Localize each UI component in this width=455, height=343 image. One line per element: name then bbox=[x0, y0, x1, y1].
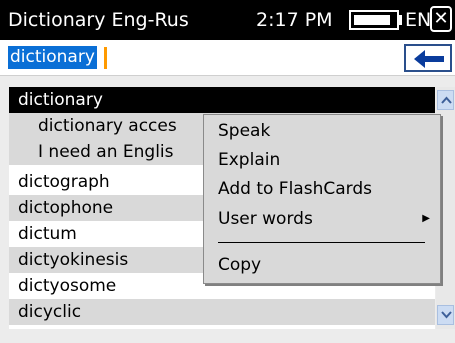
clock: 2:17 PM bbox=[256, 9, 333, 31]
back-button[interactable] bbox=[404, 44, 452, 72]
title-bar: Dictionary Eng-Rus 2:17 PM EN ✕ bbox=[0, 0, 455, 40]
menu-item-label: Add to FlashCards bbox=[218, 179, 372, 199]
scroll-down-button[interactable] bbox=[437, 305, 454, 325]
text-caret bbox=[104, 47, 107, 69]
close-icon[interactable]: ✕ bbox=[430, 6, 452, 32]
search-input-value: dictionary bbox=[8, 46, 97, 69]
submenu-arrow-icon: ▶ bbox=[422, 213, 430, 224]
battery-level bbox=[354, 15, 390, 25]
bottom-strip bbox=[0, 329, 455, 343]
list-item[interactable]: dicyclic bbox=[9, 299, 435, 325]
battery-tip bbox=[399, 15, 402, 25]
menu-item-speak[interactable]: Speak bbox=[204, 117, 440, 145]
arrow-left-icon bbox=[414, 50, 444, 68]
menu-item-label: User words bbox=[218, 209, 313, 229]
search-input[interactable]: dictionary bbox=[6, 44, 396, 71]
menu-separator bbox=[218, 242, 425, 243]
chevron-down-icon bbox=[441, 311, 452, 319]
language-indicator[interactable]: EN bbox=[405, 7, 431, 33]
chevron-up-icon bbox=[441, 96, 452, 104]
list-header-gap bbox=[0, 77, 455, 87]
scroll-up-button[interactable] bbox=[437, 90, 454, 110]
menu-item-label: Speak bbox=[218, 121, 271, 141]
app-title: Dictionary Eng-Rus bbox=[8, 9, 189, 31]
menu-item-explain[interactable]: Explain bbox=[204, 146, 440, 174]
menu-item-copy[interactable]: Copy bbox=[204, 251, 440, 279]
search-bar: dictionary bbox=[0, 40, 455, 76]
menu-item-label: Copy bbox=[218, 255, 262, 275]
list-item[interactable]: dictionary bbox=[9, 87, 435, 113]
menu-item-user-words[interactable]: User words ▶ bbox=[204, 205, 440, 233]
menu-item-label: Explain bbox=[218, 150, 281, 170]
context-menu: Speak Explain Add to FlashCards User wor… bbox=[203, 114, 441, 284]
menu-item-add-to-flashcards[interactable]: Add to FlashCards bbox=[204, 175, 440, 203]
battery-icon bbox=[349, 10, 399, 30]
